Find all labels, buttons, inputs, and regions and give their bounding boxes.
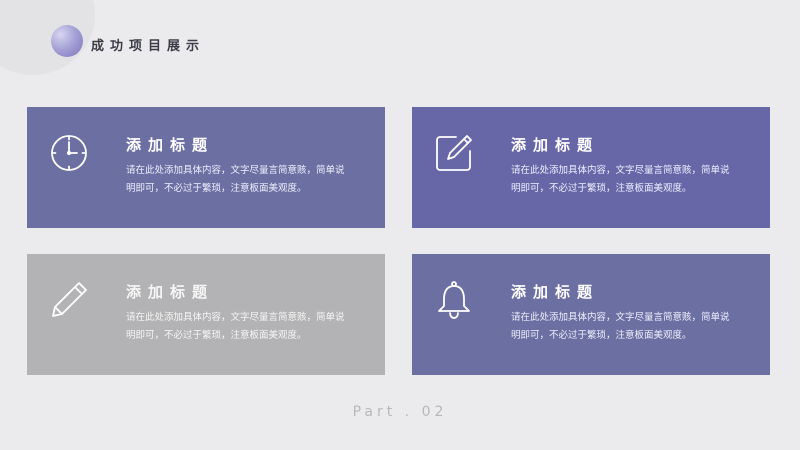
part-label: Part . 02 [352,404,448,420]
card-text: 请在此处添加具体内容，文字尽量言简意赅，简单说明即可，不必过于繁琐，注意板面美观… [126,312,345,341]
card-title: 添加标题 [511,283,600,301]
card-text: 请在此处添加具体内容，文字尽量言简意赅，简单说明即可，不必过于繁琐，注意板面美观… [511,312,730,341]
card-text: 请在此处添加具体内容，文字尽量言简意赅，简单说明即可，不必过于繁琐，注意板面美观… [126,165,345,194]
feature-card-2[interactable]: 添加标题 请在此处添加具体内容，文字尽量言简意赅，简单说明即可，不必过于繁琐，注… [412,107,770,228]
card-title: 添加标题 [126,283,215,301]
card-title: 添加标题 [126,136,215,154]
card-text: 请在此处添加具体内容，文字尽量言简意赅，简单说明即可，不必过于繁琐，注意板面美观… [511,165,730,194]
feature-card-4[interactable]: 添加标题 请在此处添加具体内容，文字尽量言简意赅，简单说明即可，不必过于繁琐，注… [412,254,770,375]
feature-card-3[interactable]: 添加标题 请在此处添加具体内容，文字尽量言简意赅，简单说明即可，不必过于繁琐，注… [27,254,385,375]
clock-icon [49,133,89,173]
title-dot-icon [51,25,83,57]
edit-icon [434,133,474,173]
pencil-icon [49,280,89,320]
bell-icon [434,280,474,320]
page-title: 成功项目展示 [91,39,206,54]
card-title: 添加标题 [511,136,600,154]
feature-card-1[interactable]: 添加标题 请在此处添加具体内容，文字尽量言简意赅，简单说明即可，不必过于繁琐，注… [27,107,385,228]
